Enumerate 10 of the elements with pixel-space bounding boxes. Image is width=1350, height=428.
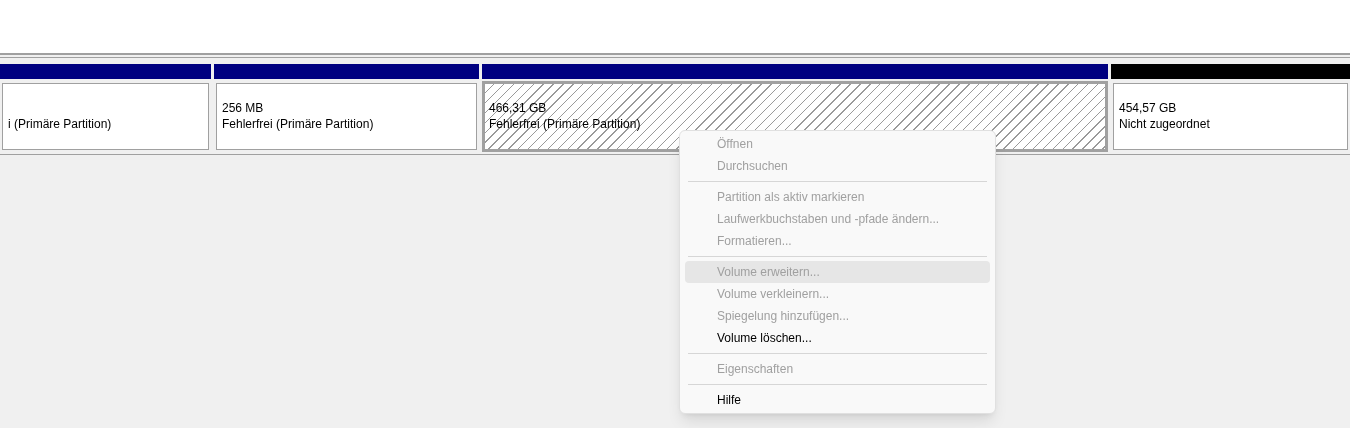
partition-block[interactable]: i (Primäre Partition): [0, 81, 211, 152]
partition-status: i (Primäre Partition): [8, 117, 112, 131]
partition-size: 256 MB: [222, 101, 264, 115]
partition-status: Fehlerfrei (Primäre Partition): [489, 117, 641, 131]
partition-block[interactable]: 256 MB Fehlerfrei (Primäre Partition): [214, 81, 479, 152]
partition-size: 454,57 GB: [1119, 101, 1177, 115]
partition-size: 466,31 GB: [489, 101, 547, 115]
partition-status: Nicht zugeordnet: [1119, 117, 1210, 131]
partition-block[interactable]: 454,57 GB Nicht zugeordnet: [1111, 81, 1350, 152]
partition-status: Fehlerfrei (Primäre Partition): [222, 117, 374, 131]
